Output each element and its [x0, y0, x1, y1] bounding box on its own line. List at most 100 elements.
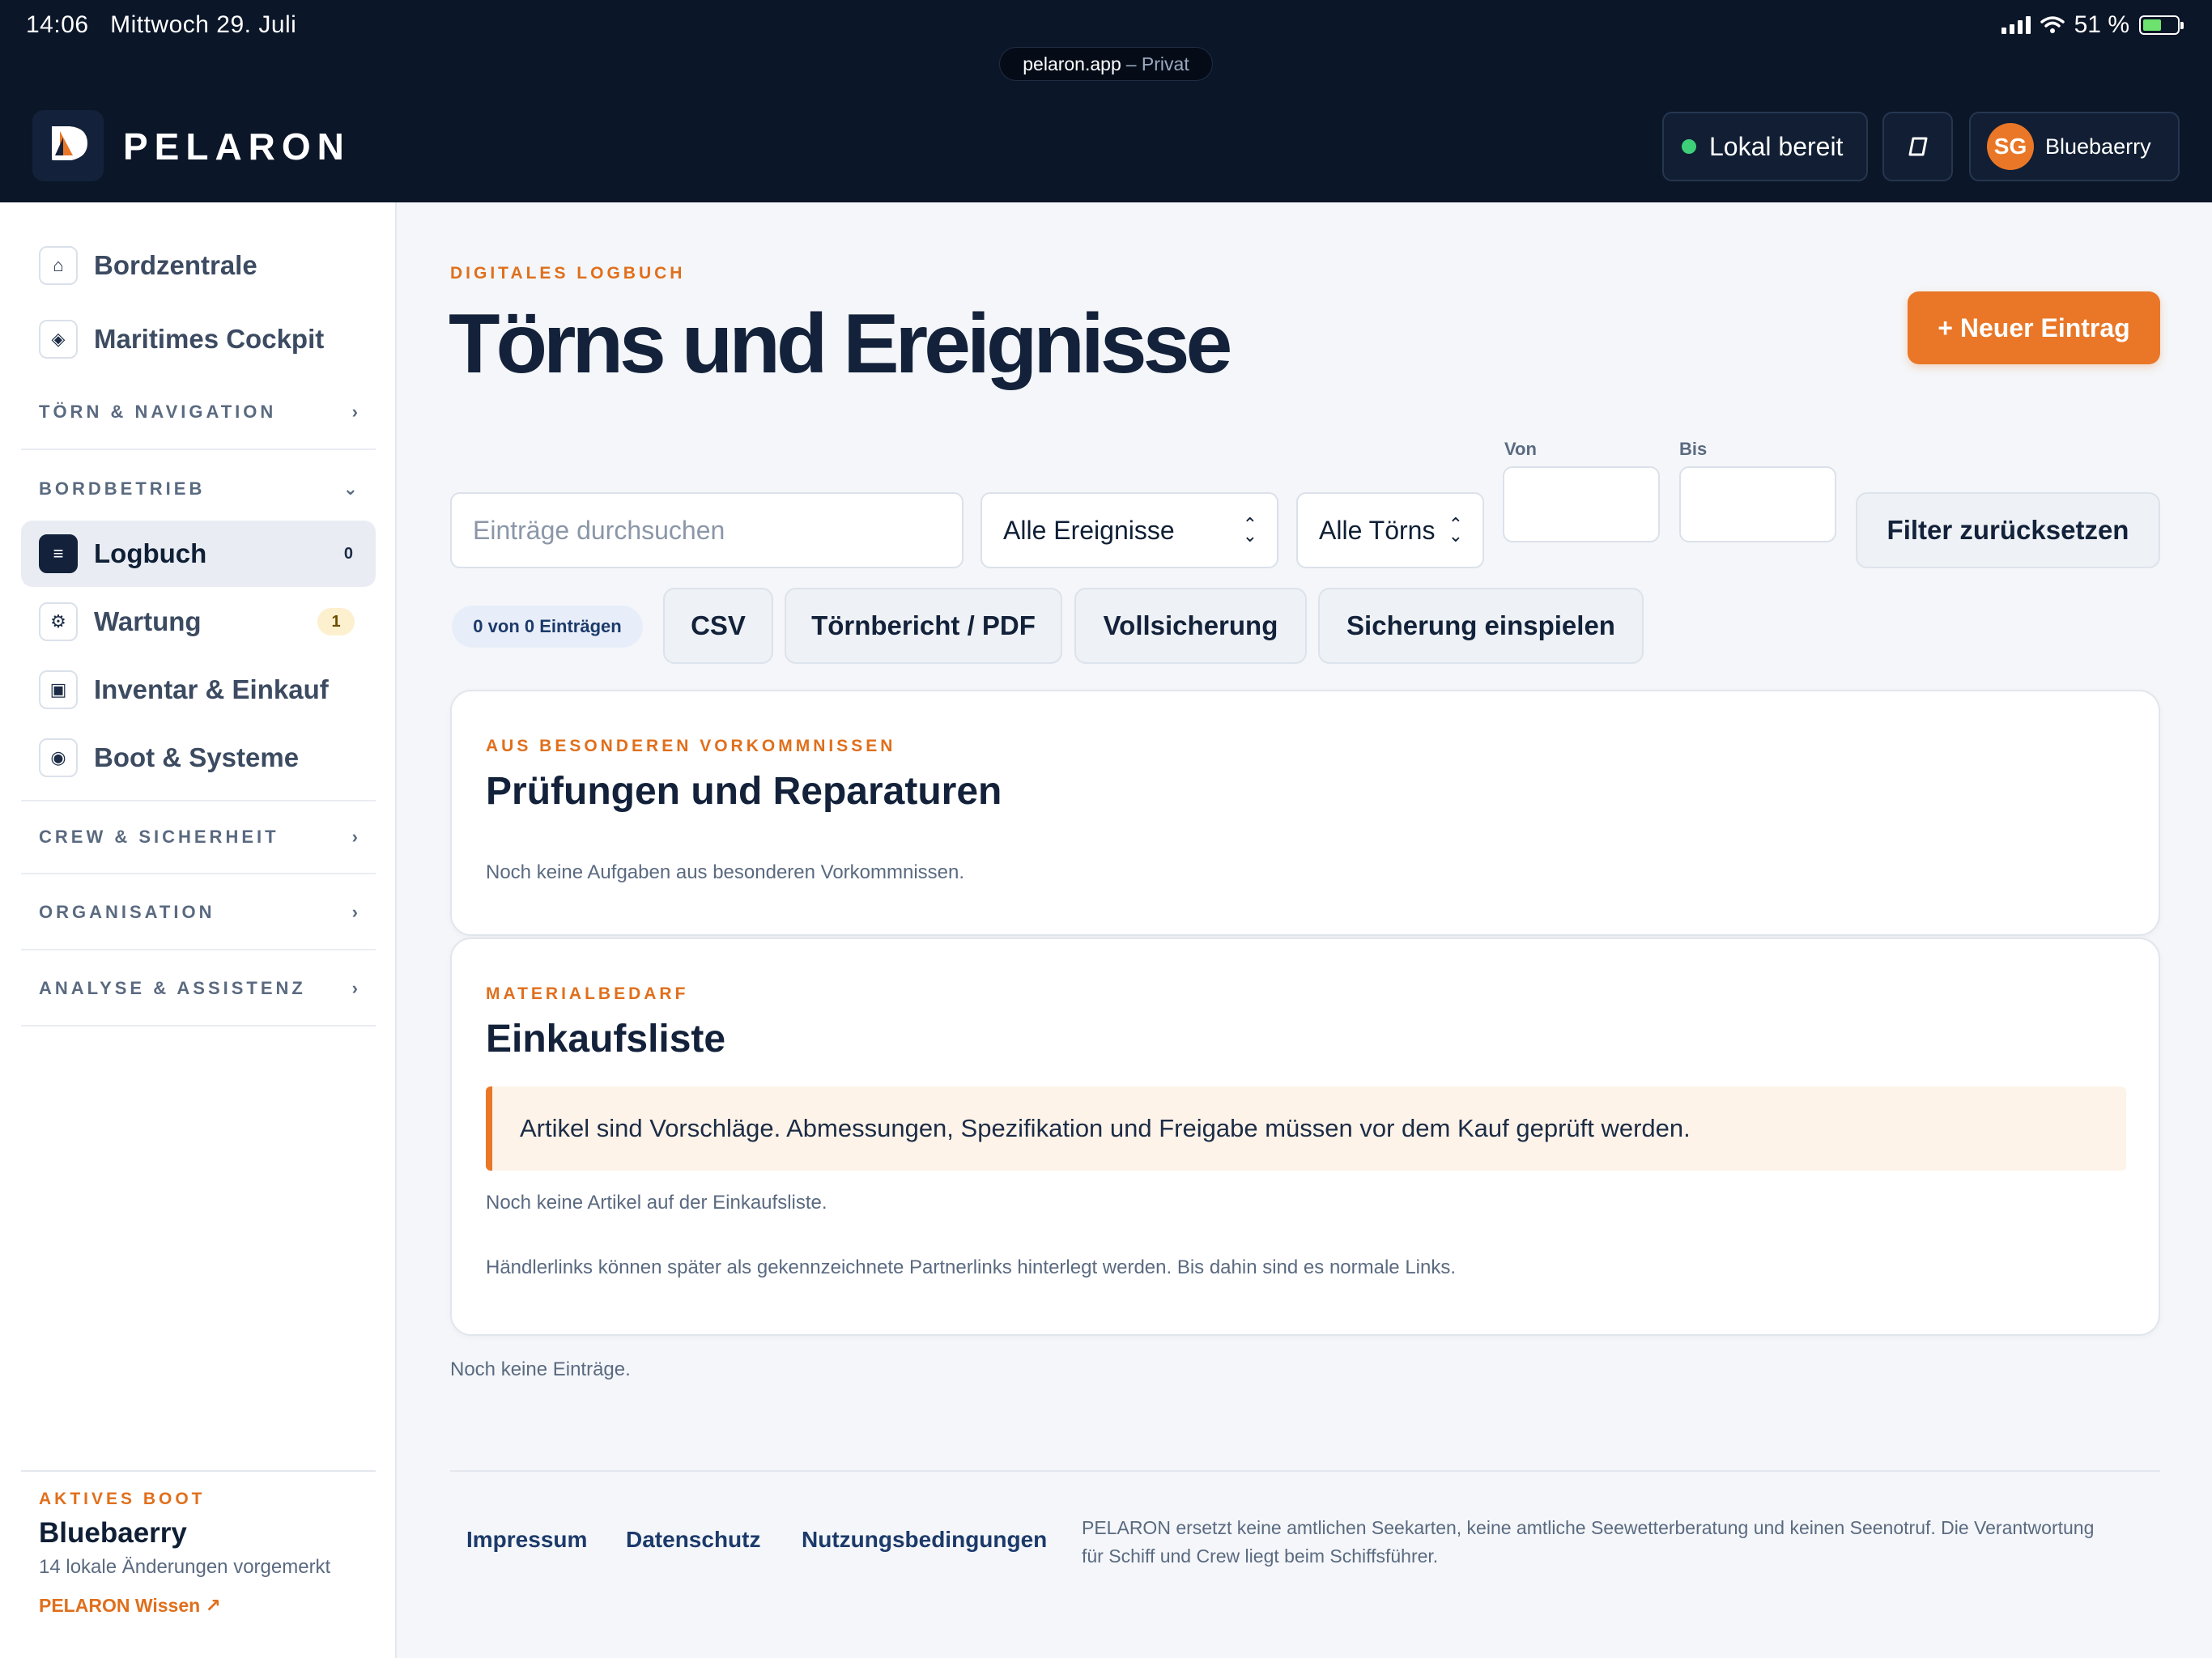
chevron-right-icon: ›: [351, 902, 358, 922]
card-eyebrow: MATERIALBEDARF: [486, 984, 689, 1003]
brand-logo[interactable]: [32, 110, 104, 181]
section-label: TÖRN & NAVIGATION: [39, 402, 277, 422]
sidebar-section-bordbetrieb[interactable]: BORDBETRIEB ⌄: [21, 452, 376, 526]
privacy-link[interactable]: Datenschutz: [626, 1527, 760, 1553]
date-to-label: Bis: [1679, 439, 1708, 459]
sidebar-toggle-button[interactable]: [1882, 112, 1953, 181]
chevron-right-icon: ›: [351, 402, 358, 422]
search-input[interactable]: Einträge durchsuchen: [450, 492, 963, 568]
date-from-label: Von: [1504, 439, 1537, 459]
page-eyebrow: DIGITALES LOGBUCH: [450, 264, 686, 283]
card-eyebrow: AUS BESONDEREN VORKOMMNISSEN: [486, 737, 896, 755]
sidebar-item-label: Logbuch: [94, 538, 207, 568]
sidebar-item-inventar-einkauf[interactable]: ▣ Inventar & Einkauf: [21, 657, 376, 723]
panel-toggle-icon: [1908, 137, 1927, 156]
chevron-right-icon: ›: [351, 978, 358, 998]
local-status-button[interactable]: Lokal bereit: [1662, 112, 1868, 181]
pdf-report-button[interactable]: Törnbericht / PDF: [785, 588, 1062, 664]
footer-divider: [450, 1470, 2160, 1472]
date-from-input[interactable]: [1503, 466, 1660, 542]
toern-select-value: Alle Törns: [1319, 515, 1436, 545]
sidebar-item-label: Wartung: [94, 606, 202, 636]
status-date: Mittwoch 29. Juli: [110, 11, 297, 38]
shopping-empty-text: Noch keine Artikel auf der Einkaufsliste…: [486, 1192, 827, 1214]
sidebar-item-boot-systeme[interactable]: ◉ Boot & Systeme: [21, 725, 376, 791]
toern-select[interactable]: Alle Törns ⌃ ⌄: [1296, 492, 1484, 568]
home-icon: ⌂: [39, 246, 78, 285]
user-name: Bluebaerry: [2045, 134, 2151, 159]
event-type-select[interactable]: Alle Ereignisse ⌃ ⌄: [981, 492, 1278, 568]
url-bar[interactable]: pelaron.app – Privat: [999, 47, 1213, 81]
sidebar-section-organisation[interactable]: ORGANISATION ›: [21, 876, 376, 950]
active-boat-label: AKTIVES BOOT: [39, 1490, 206, 1508]
target-icon: ◉: [39, 738, 78, 777]
battery-percent: 51 %: [2074, 11, 2129, 38]
impressum-link[interactable]: Impressum: [466, 1527, 587, 1553]
sidebar-item-logbuch[interactable]: ≡ Logbuch 0: [21, 521, 376, 587]
card-title: Prüfungen und Reparaturen: [486, 770, 1002, 813]
sidebar-section-toern-navigation[interactable]: TÖRN & NAVIGATION ›: [21, 376, 376, 450]
footer-disclaimer: PELARON ersetzt keine amtlichen Seekarte…: [1082, 1517, 2095, 1567]
new-entry-button[interactable]: + Neuer Eintrag: [1908, 291, 2160, 364]
sidebar-item-label: Inventar & Einkauf: [94, 674, 329, 704]
notice-text: Artikel sind Vorschläge. Abmessungen, Sp…: [520, 1114, 1691, 1142]
status-dot-icon: [1682, 139, 1696, 154]
restore-backup-button[interactable]: Sicherung einspielen: [1318, 588, 1644, 664]
page-title: Törns und Ereignisse: [449, 297, 1232, 391]
status-indicators: 51 %: [2001, 11, 2184, 39]
event-select-value: Alle Ereignisse: [1003, 515, 1175, 545]
active-boat-name: Bluebaerry: [39, 1517, 187, 1549]
select-arrows-icon: ⌃ ⌄: [1242, 514, 1257, 546]
inspections-card: AUS BESONDEREN VORKOMMNISSEN Prüfungen u…: [450, 690, 2160, 936]
maintenance-badge: 1: [317, 608, 355, 636]
inspections-empty-text: Noch keine Aufgaben aus besonderen Vorko…: [486, 861, 965, 883]
url-domain: pelaron.app: [1023, 53, 1121, 74]
avatar: SG: [1987, 123, 2034, 170]
no-entries-text: Noch keine Einträge.: [450, 1358, 631, 1380]
status-time: 14:06: [26, 11, 89, 38]
section-label: ANALYSE & ASSISTENZ: [39, 978, 306, 998]
partner-links-note: Händlerlinks können später als gekennzei…: [486, 1256, 1457, 1278]
logbook-count: 0: [343, 544, 353, 563]
box-icon: ▣: [39, 670, 78, 709]
chevron-down-icon: ⌄: [342, 478, 358, 499]
gear-icon: ⚙: [39, 602, 78, 641]
top-bar: 14:06 Mittwoch 29. Juli 51 % pelaron.app…: [0, 0, 2212, 202]
sidebar-item-bordzentrale[interactable]: ⌂ Bordzentrale: [21, 232, 376, 299]
url-private-mode: – Privat: [1125, 53, 1189, 74]
sidebar-section-crew-sicherheit[interactable]: CREW & SICHERHEIT ›: [21, 800, 376, 874]
signal-icon: [2001, 16, 2031, 34]
battery-icon: [2139, 15, 2184, 35]
brand-name: PELARON: [123, 125, 351, 168]
compass-icon: ◈: [39, 320, 78, 359]
section-label: BORDBETRIEB: [39, 478, 206, 499]
section-label: ORGANISATION: [39, 902, 215, 922]
full-backup-button[interactable]: Vollsicherung: [1074, 588, 1307, 664]
knowledge-link[interactable]: PELARON Wissen ↗: [39, 1595, 221, 1617]
sidebar-item-label: Bordzentrale: [94, 250, 257, 280]
local-status-label: Lokal bereit: [1709, 131, 1844, 161]
user-menu-button[interactable]: SG Bluebaerry: [1969, 112, 2180, 181]
chevron-right-icon: ›: [351, 827, 358, 847]
search-placeholder: Einträge durchsuchen: [473, 515, 725, 545]
card-title: Einkaufsliste: [486, 1018, 726, 1061]
csv-export-button[interactable]: CSV: [663, 588, 773, 664]
sidebar: ⌂ Bordzentrale ◈ Maritimes Cockpit TÖRN …: [0, 202, 397, 1658]
sailboat-logo-icon: [48, 126, 90, 166]
status-clock: 14:06 Mittwoch 29. Juli: [26, 11, 296, 39]
date-to-input[interactable]: [1679, 466, 1836, 542]
list-icon: ≡: [39, 534, 78, 573]
section-label: CREW & SICHERHEIT: [39, 827, 279, 847]
pending-changes: 14 lokale Änderungen vorgemerkt: [39, 1556, 331, 1578]
shopping-list-card: MATERIALBEDARF Einkaufsliste Artikel sin…: [450, 937, 2160, 1336]
sidebar-item-label: Maritimes Cockpit: [94, 324, 325, 354]
wifi-icon: [2040, 16, 2065, 33]
sidebar-footer-divider: [21, 1470, 376, 1472]
sidebar-section-analyse-assistenz[interactable]: ANALYSE & ASSISTENZ ›: [21, 952, 376, 1027]
reset-filters-button[interactable]: Filter zurücksetzen: [1856, 492, 2160, 568]
sidebar-item-label: Boot & Systeme: [94, 742, 300, 772]
sidebar-item-maritimes-cockpit[interactable]: ◈ Maritimes Cockpit: [21, 306, 376, 372]
sidebar-item-wartung[interactable]: ⚙ Wartung 1: [21, 589, 376, 655]
entry-count-badge: 0 von 0 Einträgen: [452, 606, 643, 648]
terms-link[interactable]: Nutzungsbedingungen: [802, 1527, 1047, 1553]
